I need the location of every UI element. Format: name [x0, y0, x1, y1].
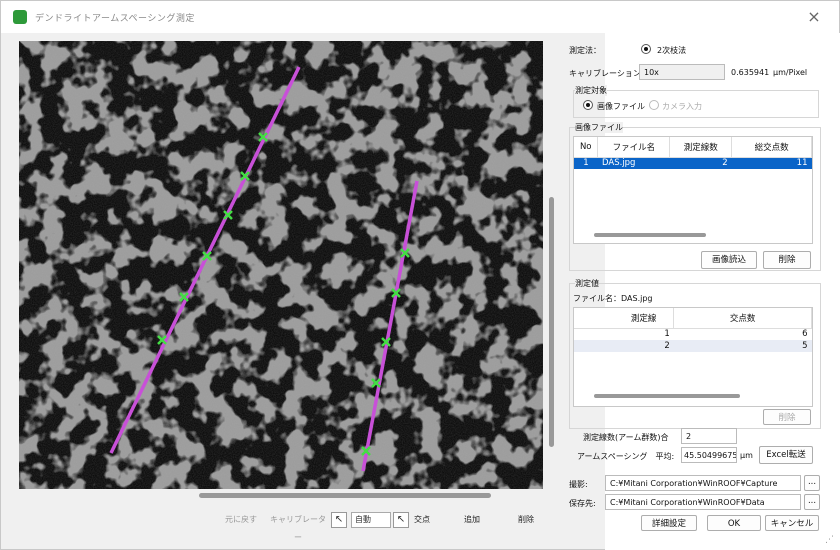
mode-select[interactable]: 自動	[351, 512, 391, 528]
spacing-unit: μm	[740, 451, 753, 460]
file-row-lines: 2	[669, 157, 732, 169]
dialog-window: デンドライトアームスペーシング測定 × 元に戻す キャリブレーター ↖ 自動 ↖…	[0, 0, 840, 550]
col-measure-line[interactable]: 測定線	[613, 308, 675, 329]
results-list[interactable]: 測定線 交点数 1 6 2 5	[573, 307, 813, 407]
calibration-label: キャリブレーション：	[569, 69, 649, 78]
calibration-field[interactable]: 10x	[639, 64, 725, 80]
results-group-label: 測定値	[575, 278, 599, 289]
calibration-unit: μm/Pixel	[773, 68, 808, 77]
target-file-label: 画像ファイル	[597, 102, 645, 111]
cancel-button[interactable]: キャンセル	[765, 515, 819, 531]
file-row-points: 11	[731, 157, 812, 169]
add-button[interactable]: 追加	[457, 511, 487, 529]
image-vertical-scrollbar[interactable]	[549, 197, 554, 447]
result-row-line: 1	[664, 329, 670, 340]
app-icon	[13, 10, 27, 24]
line-count-label: 測定線数(アーム群数)合	[583, 433, 669, 442]
capture-browse-button[interactable]: ...	[804, 475, 820, 491]
micrograph-view[interactable]	[19, 41, 543, 489]
result-row-points: 6	[802, 329, 808, 340]
target-group-label: 測定対象	[575, 85, 607, 96]
spacing-field[interactable]: 45.504996751	[681, 447, 737, 463]
load-image-button[interactable]: 画像読込	[701, 251, 757, 269]
capture-path-label: 撮影:	[569, 480, 588, 489]
target-file-radio[interactable]	[583, 100, 593, 110]
resize-grip-icon[interactable]: ⋰	[825, 535, 835, 545]
result-row[interactable]: 2 5	[574, 340, 812, 352]
target-camera-radio[interactable]	[649, 100, 659, 110]
target-camera-label: カメラ入力	[662, 102, 702, 111]
result-row-spacer	[574, 328, 614, 340]
detail-settings-button[interactable]: 詳細設定	[641, 515, 697, 531]
col-total-points[interactable]: 総交点数	[731, 137, 812, 158]
micrograph-image	[19, 41, 543, 489]
spacing-label: アームスペーシング 平均:	[577, 452, 675, 461]
calibrator-button[interactable]: キャリブレーター	[269, 511, 327, 542]
files-list-hscroll[interactable]	[594, 233, 706, 237]
image-files-group-label: 画像ファイル	[575, 122, 623, 133]
result-row-line: 2	[613, 340, 674, 352]
save-browse-button[interactable]: ...	[804, 494, 820, 510]
result-row-spacer	[574, 340, 614, 352]
save-path-field[interactable]: C:¥Mitani Corporation¥WinROOF¥Data	[605, 494, 801, 510]
undo-button[interactable]: 元に戻す	[221, 511, 261, 529]
method-value: 2次枝法	[657, 46, 687, 55]
image-toolbar: 元に戻す キャリブレーター ↖ 自動 ↖ 交点 追加 削除	[221, 509, 551, 542]
intersect-tool-icon[interactable]: ↖	[393, 512, 409, 528]
delete-file-button[interactable]: 削除	[763, 251, 811, 269]
result-row[interactable]: 1 6	[574, 328, 812, 340]
image-file-row[interactable]: 1 DAS.jpg 2 11	[574, 157, 812, 169]
window-title: デンドライトアームスペーシング測定	[35, 14, 195, 24]
image-files-list[interactable]: No ファイル名 測定線数 総交点数 1 DAS.jpg 2 11	[573, 136, 813, 244]
toolbar-delete-button[interactable]: 削除	[511, 511, 541, 529]
ok-button[interactable]: OK	[707, 515, 761, 531]
line-count-field[interactable]: 2	[681, 428, 737, 444]
file-row-no: 1	[574, 157, 598, 169]
save-path-label: 保存先:	[569, 499, 596, 508]
results-file-label: ファイル名：DAS.jpg	[573, 294, 653, 303]
close-button[interactable]: ×	[801, 6, 827, 28]
image-horizontal-scrollbar[interactable]	[199, 493, 491, 498]
col-no[interactable]: No	[574, 137, 599, 158]
col-intersect-count[interactable]: 交点数	[673, 308, 812, 329]
col-filename[interactable]: ファイル名	[597, 137, 671, 158]
calibration-number: 0.635941	[731, 68, 770, 77]
col-line-count[interactable]: 測定線数	[669, 137, 733, 158]
title-bar: デンドライトアームスペーシング測定 ×	[1, 1, 839, 33]
pointer-tool-icon[interactable]: ↖	[331, 512, 347, 528]
method-radio[interactable]	[641, 44, 651, 54]
results-col-spacer	[574, 308, 614, 329]
results-list-hscroll[interactable]	[594, 394, 740, 398]
method-label: 測定法：	[569, 46, 601, 55]
file-row-name: DAS.jpg	[597, 157, 670, 169]
intersect-label: 交点	[411, 511, 433, 529]
excel-export-button[interactable]: Excel転送	[759, 446, 813, 464]
capture-path-field[interactable]: C:¥Mitani Corporation¥WinROOF¥Capture	[605, 475, 801, 491]
delete-result-button[interactable]: 削除	[763, 409, 811, 425]
result-row-points: 5	[673, 340, 812, 352]
